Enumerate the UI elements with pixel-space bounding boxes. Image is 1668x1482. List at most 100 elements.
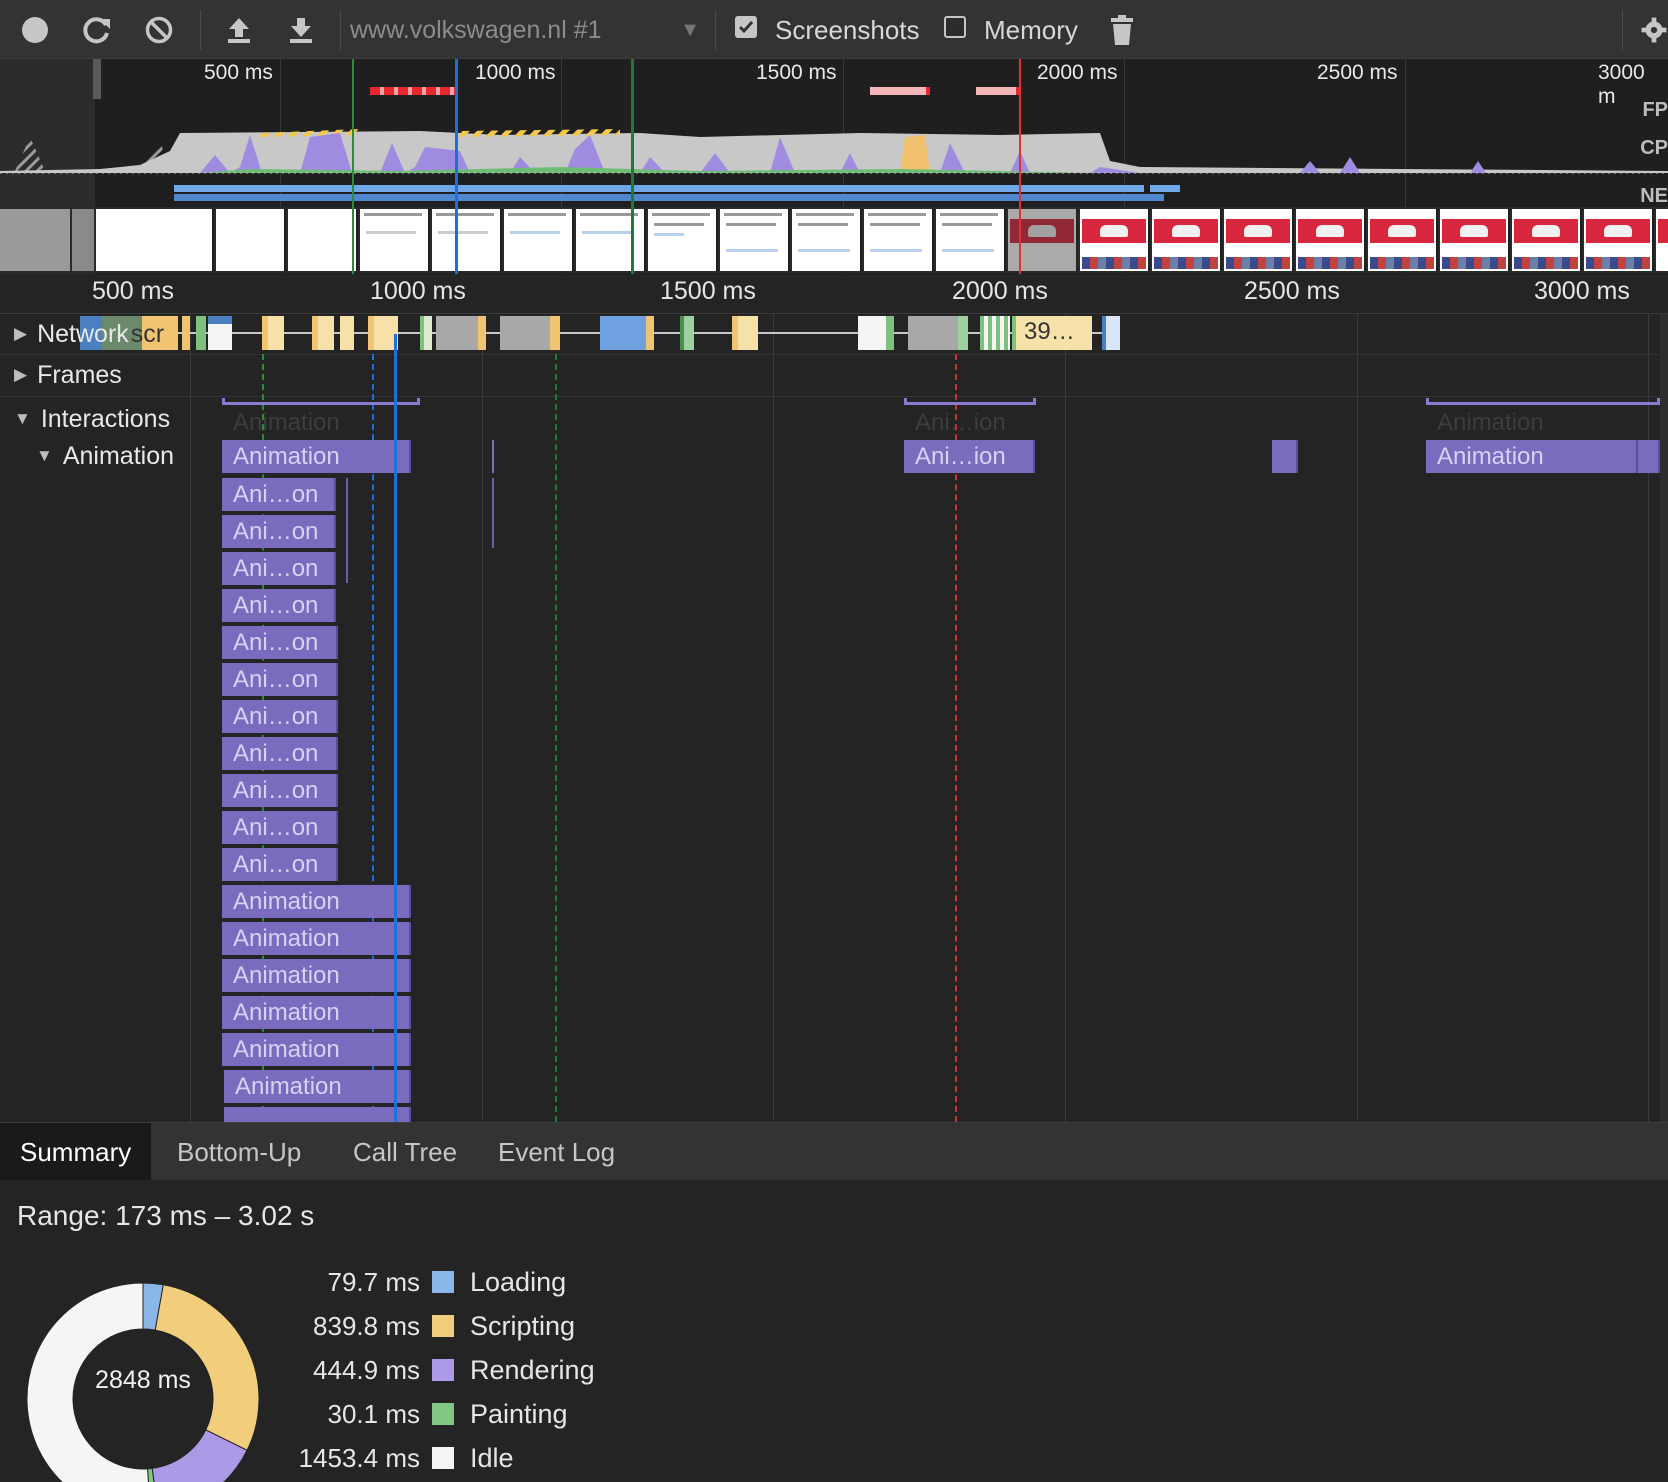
legend-swatch [432, 1403, 454, 1425]
screenshot-thumbnail[interactable] [144, 209, 214, 271]
screenshot-thumbnail[interactable] [1584, 209, 1654, 271]
network-request[interactable] [312, 316, 334, 350]
screenshot-thumbnail[interactable] [648, 209, 718, 271]
tab-summary[interactable]: Summary [0, 1123, 152, 1181]
legend-label: Idle [470, 1442, 514, 1473]
flame-chart[interactable]: 39… ▶ Network scr ▶ Frames ▼ Interaction… [0, 314, 1668, 1122]
network-request[interactable] [196, 316, 206, 350]
screenshot-thumbnail[interactable] [1512, 209, 1582, 271]
screenshot-thumbnail[interactable] [1152, 209, 1222, 271]
network-request[interactable] [500, 316, 560, 350]
network-request[interactable] [1102, 316, 1120, 350]
network-request[interactable]: 39… [1012, 316, 1092, 350]
screenshot-thumbnail[interactable] [1224, 209, 1294, 271]
legend-swatch [432, 1447, 454, 1469]
network-request[interactable] [182, 316, 190, 350]
animation-event[interactable]: Ani…ion [904, 440, 1035, 473]
screenshot-thumbnail[interactable] [792, 209, 862, 271]
network-request[interactable] [436, 316, 486, 350]
screenshot-thumbnail[interactable] [432, 209, 502, 271]
animation-event[interactable]: Ani…on [222, 552, 336, 585]
screenshot-thumbnail[interactable] [288, 209, 358, 271]
clear-icon[interactable] [141, 12, 177, 48]
network-request[interactable] [908, 316, 968, 350]
animation-event[interactable]: Ani…on [222, 589, 336, 622]
animation-event[interactable]: Animation [1426, 440, 1638, 473]
screenshot-thumbnail[interactable] [1368, 209, 1438, 271]
animation-event[interactable]: Ani…on [222, 626, 338, 659]
donut-total: 2848 ms [95, 1366, 191, 1394]
screenshot-thumbnail[interactable] [1080, 209, 1150, 271]
frames-track-header[interactable]: ▶ Frames [14, 356, 122, 394]
animation-event[interactable]: Ani…on [222, 811, 338, 844]
animation-event[interactable]: Animation [222, 440, 411, 473]
network-request[interactable] [420, 316, 432, 350]
trash-icon[interactable] [1104, 12, 1140, 48]
tab-bottom-up[interactable]: Bottom-Up [157, 1123, 321, 1181]
toolbar: www.volkswagen.nl #1 ▼ Screenshots Memor… [0, 0, 1668, 59]
animation-event[interactable]: Animation [222, 959, 411, 992]
animation-event-sliver [492, 440, 494, 473]
legend-item-painting: 30.1 ms Painting [270, 1394, 568, 1434]
profile-select[interactable]: www.volkswagen.nl #1 ▼ [350, 12, 700, 48]
screenshot-thumbnail[interactable] [1656, 209, 1668, 271]
fps-dropped-frames [976, 87, 1020, 95]
animation-track-label: Animation [62, 441, 174, 470]
download-icon[interactable] [283, 12, 319, 48]
screenshot-thumbnail[interactable] [1296, 209, 1366, 271]
cpu-activity-chart [0, 129, 1668, 174]
network-request[interactable] [680, 316, 694, 350]
screenshot-thumbnail[interactable] [576, 209, 646, 271]
details-tabbar: Summary Bottom-Up Call Tree Event Log [0, 1122, 1668, 1181]
screenshot-thumbnail[interactable] [720, 209, 790, 271]
animation-event[interactable]: Animation [222, 885, 411, 918]
reload-icon[interactable] [79, 12, 115, 48]
tab-call-tree[interactable]: Call Tree [333, 1123, 477, 1181]
interactions-track-header[interactable]: ▼ Interactions [14, 400, 170, 438]
animation-event[interactable]: Ani…on [222, 774, 338, 807]
network-request[interactable] [208, 316, 232, 350]
screenshot-thumbnail[interactable] [1440, 209, 1510, 271]
legend-swatch [432, 1315, 454, 1337]
ruler-tick: 2500 ms [1244, 277, 1340, 305]
screenshot-filmstrip[interactable] [0, 207, 1668, 273]
vertical-scrollbar[interactable] [1660, 314, 1668, 1122]
animation-event[interactable]: Ani…on [222, 515, 336, 548]
screenshot-thumbnail[interactable] [504, 209, 574, 271]
animation-event[interactable]: Ani…on [222, 700, 338, 733]
screenshot-thumbnail[interactable] [216, 209, 286, 271]
gear-icon[interactable] [1640, 12, 1668, 48]
legend-value: 79.7 ms [327, 1266, 421, 1297]
network-request[interactable] [600, 316, 654, 350]
animation-event[interactable]: Ani…on [222, 737, 338, 770]
animation-event[interactable]: Ani…on [222, 848, 338, 881]
memory-checkbox[interactable] [944, 16, 966, 38]
animation-event[interactable]: Ani…on [222, 478, 336, 511]
animation-track-header[interactable]: ▼ Animation [36, 438, 174, 474]
screenshots-checkbox[interactable] [735, 16, 757, 38]
animation-event[interactable]: Ani…on [222, 663, 338, 696]
timeline-overview[interactable]: 500 ms 1000 ms 1500 ms 2000 ms 2500 ms 3… [0, 59, 1668, 274]
legend-label: Painting [470, 1398, 568, 1429]
network-track-header[interactable]: ▶ Network scr [14, 316, 164, 352]
animation-event[interactable]: Animation [222, 1033, 411, 1066]
animation-event[interactable] [1638, 440, 1660, 473]
screenshot-thumbnail[interactable] [360, 209, 430, 271]
animation-event[interactable]: Animation [222, 996, 411, 1029]
overview-range-handle[interactable] [93, 59, 101, 99]
network-request[interactable] [980, 316, 1010, 350]
animation-event[interactable]: Animation [224, 1070, 411, 1103]
screenshot-thumbnail[interactable] [936, 209, 1006, 271]
animation-event[interactable] [224, 1107, 411, 1122]
animation-event[interactable] [1272, 440, 1298, 473]
tab-event-log[interactable]: Event Log [478, 1123, 635, 1181]
network-request-label: 39… [1024, 318, 1075, 345]
network-request[interactable] [262, 316, 284, 350]
network-request[interactable] [732, 316, 758, 350]
screenshot-thumbnail[interactable] [864, 209, 934, 271]
record-icon[interactable] [17, 12, 53, 48]
upload-icon[interactable] [221, 12, 257, 48]
animation-event[interactable]: Animation [222, 922, 411, 955]
network-request[interactable] [858, 316, 894, 350]
network-request[interactable] [340, 316, 354, 350]
